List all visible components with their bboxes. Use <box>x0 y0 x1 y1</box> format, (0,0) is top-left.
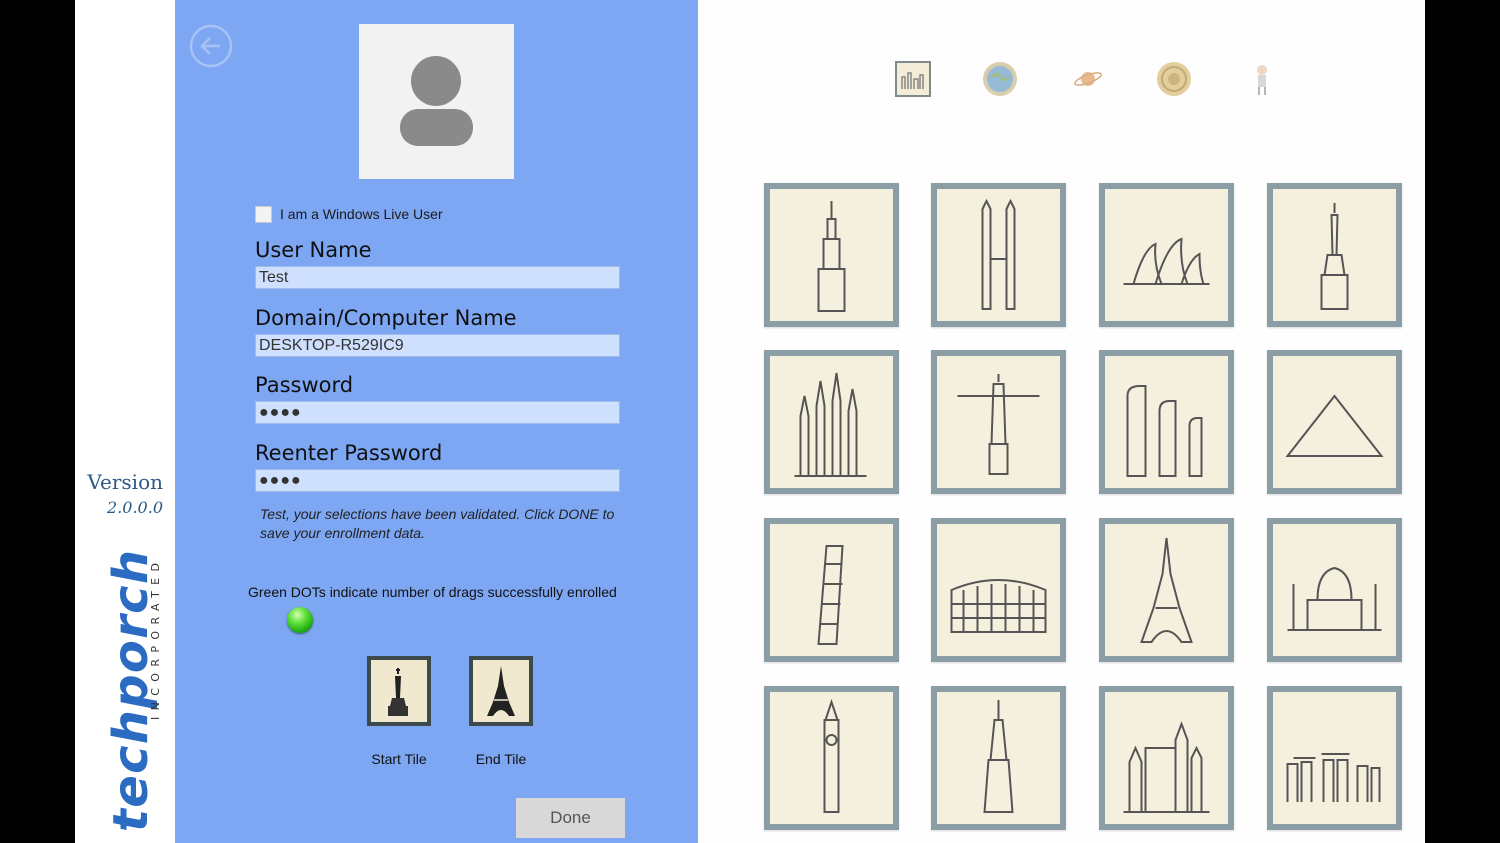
empire-state-building-icon <box>817 201 846 312</box>
domain-label: Domain/Computer Name <box>255 306 517 330</box>
reenter-password-input[interactable]: ●●●● <box>255 469 620 492</box>
colosseum-tile[interactable] <box>931 518 1066 662</box>
globe-theme-icon[interactable] <box>982 61 1018 97</box>
big-ben-tile[interactable] <box>764 686 899 830</box>
logo-subtext: INCORPORATED <box>149 560 162 720</box>
right-letterbox <box>1425 0 1500 843</box>
validation-message: Test, your selections have been validate… <box>260 506 615 541</box>
neuschwanstein-castle-tile[interactable] <box>1099 686 1234 830</box>
start-tile-label: Start Tile <box>371 751 427 767</box>
version-info: Version 2.0.0.0 <box>75 470 175 517</box>
eiffel-tower-icon <box>487 666 515 716</box>
username-input[interactable]: Test <box>255 266 620 289</box>
stonehenge-icon <box>1286 753 1381 802</box>
sagrada-familia-tile[interactable] <box>764 350 899 494</box>
easter-island-moai-icon <box>1126 385 1203 477</box>
password-label: Password <box>255 373 354 397</box>
reenter-password-label: Reenter Password <box>255 441 443 465</box>
user-avatar <box>359 24 514 179</box>
mascot-theme-icon[interactable] <box>1244 61 1280 97</box>
back-arrow-icon[interactable] <box>189 24 233 68</box>
pyramid-tile[interactable] <box>1267 350 1402 494</box>
enrolled-drag-dot <box>287 607 313 633</box>
stonehenge-tile[interactable] <box>1267 686 1402 830</box>
version-label: Version <box>87 470 163 494</box>
password-input[interactable]: ●●●● <box>255 401 620 424</box>
username-label: User Name <box>255 238 372 262</box>
christ-the-redeemer-icon <box>957 374 1040 475</box>
leaning-tower-of-pisa-icon <box>817 545 844 645</box>
brand-sidebar: Version 2.0.0.0 techporch INCORPORATED <box>75 0 175 843</box>
lion-seal-theme-icon[interactable] <box>1156 61 1192 97</box>
enrollment-panel: I am a Windows Live User User Name Test … <box>175 0 698 843</box>
statue-of-liberty-icon <box>388 668 408 716</box>
taj-mahal-icon <box>1287 566 1382 631</box>
end-tile-label: End Tile <box>475 751 527 767</box>
petronas-towers-icon <box>981 198 1016 310</box>
windows-live-label: I am a Windows Live User <box>280 206 443 222</box>
empire-state-building-tile[interactable] <box>764 183 899 327</box>
sydney-opera-house-icon <box>1123 237 1210 285</box>
version-number: 2.0.0.0 <box>107 498 163 517</box>
landmarks-theme-icon[interactable] <box>895 61 931 97</box>
sydney-opera-house-tile[interactable] <box>1099 183 1234 327</box>
drag-dots-note: Green DOTs indicate number of drags succ… <box>248 584 617 600</box>
pyramid-icon <box>1285 394 1384 457</box>
windows-live-row: I am a Windows Live User <box>255 204 443 224</box>
easter-island-moai-tile[interactable] <box>1099 350 1234 494</box>
burj-khalifa-tile[interactable] <box>931 686 1066 830</box>
burj-khalifa-icon <box>983 700 1014 813</box>
person-icon <box>400 56 473 146</box>
domain-input[interactable]: DESKTOP-R529IC9 <box>255 334 620 357</box>
eiffel-tower-icon <box>1140 537 1193 643</box>
statue-of-liberty-icon <box>1320 203 1349 310</box>
tile-selection-area <box>698 0 1425 843</box>
windows-live-checkbox[interactable] <box>255 205 272 223</box>
sagrada-familia-icon <box>794 372 867 477</box>
end-tile <box>469 656 533 726</box>
done-button[interactable]: Done <box>516 798 625 838</box>
colosseum-icon <box>950 579 1047 633</box>
christ-the-redeemer-tile[interactable] <box>931 350 1066 494</box>
leaning-tower-of-pisa-tile[interactable] <box>764 518 899 662</box>
petronas-towers-tile[interactable] <box>931 183 1066 327</box>
neuschwanstein-castle-icon <box>1123 721 1210 813</box>
statue-of-liberty-tile[interactable] <box>1267 183 1402 327</box>
planet-theme-icon[interactable] <box>1070 61 1106 97</box>
eiffel-tower-tile[interactable] <box>1099 518 1234 662</box>
start-tile <box>367 656 431 726</box>
techporch-logo: techporch INCORPORATED <box>105 550 162 832</box>
big-ben-icon <box>823 698 840 813</box>
taj-mahal-tile[interactable] <box>1267 518 1402 662</box>
